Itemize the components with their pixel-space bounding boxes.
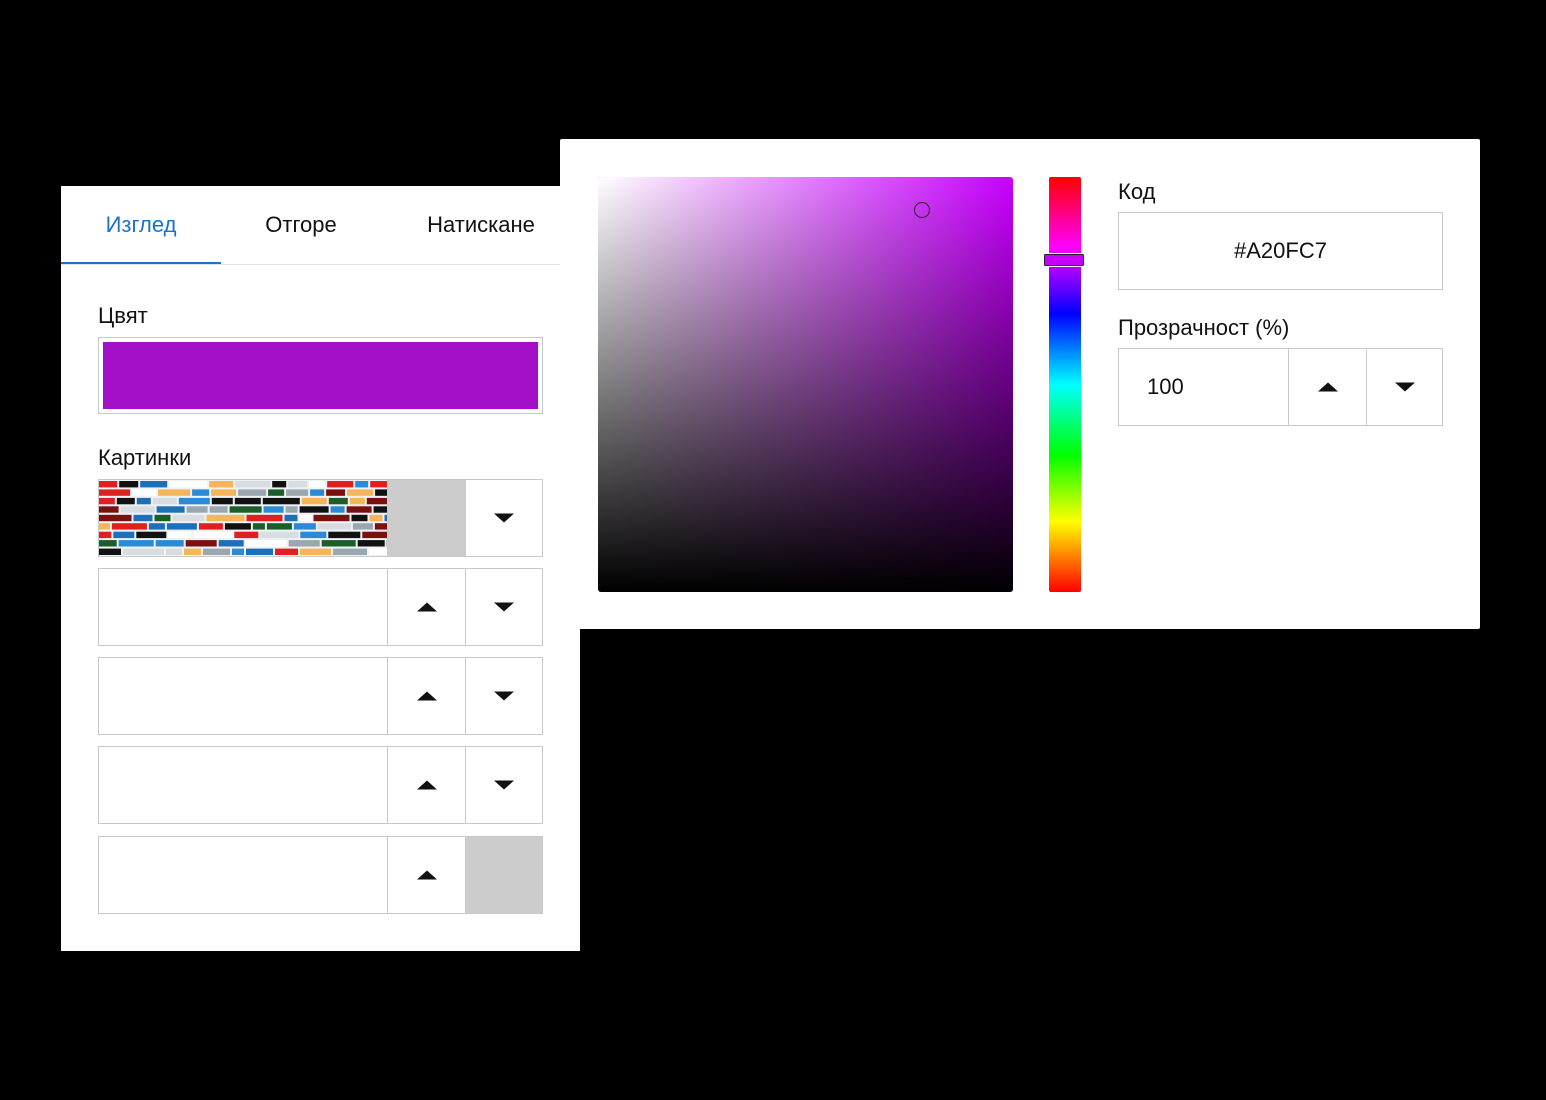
- tab-pressed[interactable]: Натискане: [391, 186, 571, 264]
- empty-image-slot[interactable]: [99, 837, 387, 913]
- hue-slider[interactable]: [1043, 177, 1085, 592]
- empty-image-slot[interactable]: [99, 658, 387, 734]
- brightness-gradient: [598, 177, 1013, 592]
- triangle-up-icon: [416, 870, 437, 880]
- move-up-button[interactable]: [387, 569, 465, 645]
- opacity-increase-button[interactable]: [1288, 349, 1366, 425]
- triangle-down-icon: [494, 691, 514, 701]
- saturation-handle[interactable]: [913, 202, 930, 219]
- tab-bar: Изглед Отгоре Натискане: [61, 186, 580, 265]
- triangle-up-icon: [1317, 382, 1338, 392]
- tab-appearance[interactable]: Изглед: [61, 186, 221, 264]
- triangle-down-icon: [494, 513, 514, 523]
- opacity-decrease-button[interactable]: [1366, 349, 1442, 425]
- color-picker-popup: Код #A20FC7 Прозрачност (%) 100: [550, 139, 1480, 629]
- images-label: Картинки: [98, 445, 192, 470]
- image-layer-row: [98, 657, 543, 735]
- move-down-button: [465, 837, 542, 913]
- empty-image-slot[interactable]: [99, 569, 387, 645]
- move-up-button: [387, 480, 465, 556]
- move-up-button[interactable]: [387, 837, 465, 913]
- opacity-input[interactable]: 100: [1119, 349, 1288, 425]
- brick-pattern-image: [99, 480, 387, 556]
- color-label: Цвят: [98, 303, 148, 328]
- hue-handle[interactable]: [1043, 253, 1085, 267]
- color-swatch[interactable]: [103, 342, 538, 409]
- hex-code-input[interactable]: #A20FC7: [1118, 212, 1443, 290]
- triangle-down-icon: [1394, 382, 1415, 392]
- move-up-button[interactable]: [387, 747, 465, 823]
- move-up-button[interactable]: [387, 658, 465, 734]
- move-down-button[interactable]: [465, 658, 542, 734]
- triangle-up-icon: [416, 691, 437, 701]
- empty-image-slot[interactable]: [99, 747, 387, 823]
- move-down-button[interactable]: [465, 480, 542, 556]
- image-layer-row: [98, 836, 543, 914]
- triangle-up-icon: [416, 602, 437, 612]
- code-label: Код: [1118, 179, 1156, 204]
- image-layer-row: [98, 479, 543, 557]
- popup-pointer: [550, 364, 560, 388]
- background-settings-panel: Изглед Отгоре Натискане Цвят Картинки: [61, 186, 580, 951]
- triangle-down-icon: [494, 602, 514, 612]
- saturation-brightness-area[interactable]: [598, 177, 1013, 592]
- triangle-up-icon: [416, 780, 437, 790]
- image-layer-row: [98, 568, 543, 646]
- color-field[interactable]: [98, 337, 543, 414]
- move-down-button[interactable]: [465, 569, 542, 645]
- move-down-button[interactable]: [465, 747, 542, 823]
- tab-hover[interactable]: Отгоре: [221, 186, 381, 264]
- image-layer-row: [98, 746, 543, 824]
- opacity-stepper: 100: [1118, 348, 1443, 426]
- triangle-down-icon: [494, 780, 514, 790]
- opacity-label: Прозрачност (%): [1118, 315, 1290, 340]
- image-thumbnail[interactable]: [99, 480, 387, 556]
